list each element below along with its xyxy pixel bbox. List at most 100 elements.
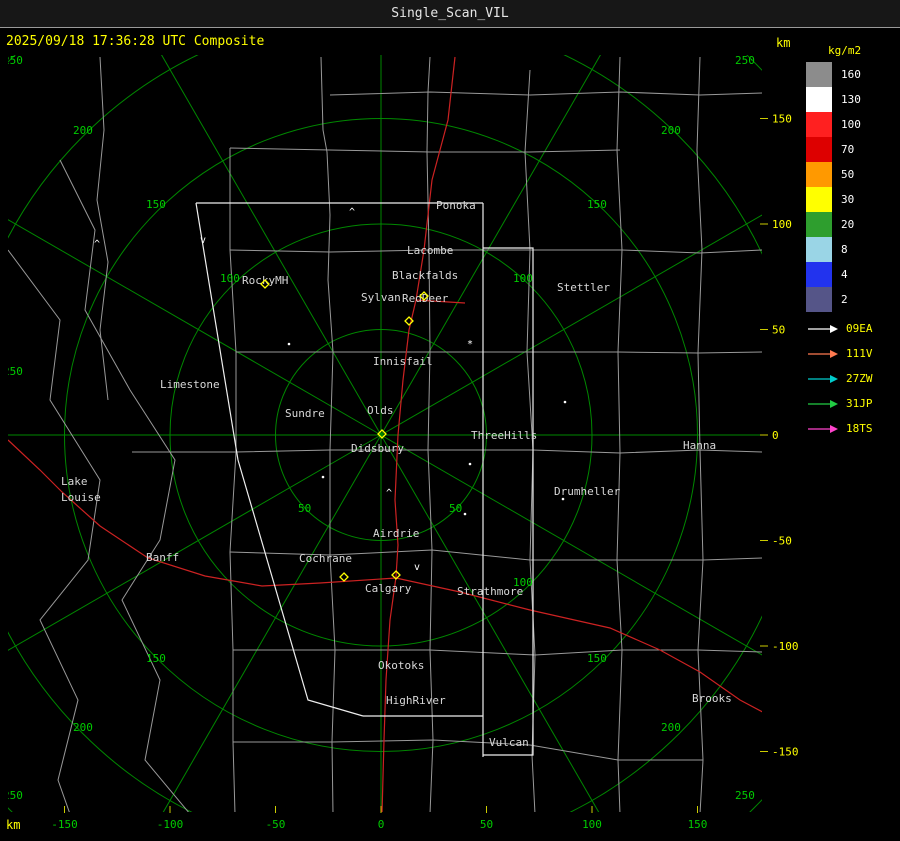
radar-map[interactable]: 250 200 150 100 250 200 150 100 150 200 250 150 200 2… (0, 0, 800, 841)
ring-distance-label: 150 (146, 652, 166, 665)
point-marker-icon: v (414, 562, 420, 573)
radial-line (380, 55, 601, 436)
colorbar-value: 50 (841, 168, 855, 181)
site-id-label: 27ZW (846, 372, 873, 385)
city-label: Airdrie (373, 527, 419, 540)
radial-line (161, 55, 382, 436)
site-arrow-icon (808, 349, 838, 358)
colorbar-unit-label: kg/m2 (828, 44, 862, 57)
ring-distance-label: 250 (3, 54, 23, 67)
colorbar-value: 2 (841, 293, 848, 306)
colorbar-swatch (806, 212, 832, 237)
ring-distance-label: 50 (298, 502, 311, 515)
ring-distance-label: 250 (3, 365, 23, 378)
right-axis-label: -150 (772, 746, 799, 759)
city-label: Strathmore (457, 585, 523, 598)
ring-distance-label: 250 (735, 54, 755, 67)
colorbar-entry: 8 (806, 237, 861, 262)
colorbar-entry: 160 (806, 62, 861, 87)
city-label: Banff (146, 551, 179, 564)
radar-site-entry: 18TS (806, 416, 873, 441)
city-label: Lacombe (407, 244, 453, 257)
city-label: Hanna (683, 439, 716, 452)
range-ring (8, 55, 762, 812)
city-label: Ponoka (436, 199, 476, 212)
ring-distance-label: 150 (587, 652, 607, 665)
ring-distance-label: 200 (73, 721, 93, 734)
colorbar-swatch (806, 187, 832, 212)
site-arrow-icon (808, 424, 838, 433)
point-marker-icon (321, 475, 325, 479)
radar-site-entry: 09EA (806, 316, 873, 341)
county-boundary (233, 649, 762, 656)
city-label: Blackfalds (392, 269, 458, 282)
city-label: Innisfail (373, 355, 433, 368)
radar-site-legend: 09EA 111V 27ZW 31JP 18TS (806, 316, 873, 441)
city-label: Stettler (557, 281, 610, 294)
colorbar-value: 70 (841, 143, 855, 156)
colorbar-entry: 130 (806, 87, 861, 112)
city-label: Calgary (365, 582, 412, 595)
city-label: Okotoks (378, 659, 424, 672)
city-label: Olds (367, 404, 394, 417)
bottom-axis-label: -150 (51, 818, 78, 831)
point-marker-icon (561, 497, 565, 501)
app-window: { "window": {"title": "Single_Scan_VIL"}… (0, 0, 900, 841)
colorbar-value: 130 (841, 93, 861, 106)
colorbar-entry: 50 (806, 162, 861, 187)
colorbar-swatch (806, 87, 832, 112)
city-label: ThreeHills (471, 429, 537, 442)
ring-distance-label: 100 (513, 272, 533, 285)
site-id-label: 09EA (846, 322, 873, 335)
highway-line (8, 439, 762, 713)
colorbar-value: 30 (841, 193, 855, 206)
right-axis-label: -50 (772, 535, 792, 548)
point-marker-icon: ^ (386, 488, 392, 499)
map-layers: 250 200 150 100 250 200 150 100 150 200 250 150 200 2… (3, 54, 762, 812)
county-boundary (132, 449, 762, 454)
right-axis-label: -100 (772, 640, 799, 653)
radar-site-entry: 27ZW (806, 366, 873, 391)
colorbar-swatch (806, 237, 832, 262)
city-label: Vulcan (489, 736, 529, 749)
colorbar-entry: 4 (806, 262, 861, 287)
city-label: Louise (61, 491, 101, 504)
city-label: Brooks (692, 692, 732, 705)
colorbar-entry: 20 (806, 212, 861, 237)
colorbar: kg/m2 160 130 100 70 50 30 20 8 4 2 (806, 44, 861, 312)
colorbar-value: 160 (841, 68, 861, 81)
site-arrow-icon (808, 324, 838, 333)
city-label: Cochrane (299, 552, 352, 565)
bottom-axis-label: -50 (266, 818, 286, 831)
city-label: Limestone (160, 378, 220, 391)
site-arrow-icon (808, 399, 838, 408)
point-marker-icon: v (200, 235, 206, 246)
bottom-axis-label: -100 (157, 818, 184, 831)
county-boundary (229, 147, 621, 153)
site-id-label: 111V (846, 347, 873, 360)
bottom-axis-label: 50 (480, 818, 493, 831)
colorbar-swatch (806, 162, 832, 187)
colorbar-swatch (806, 287, 832, 312)
colorbar-entry: 70 (806, 137, 861, 162)
ring-distance-label: 100 (220, 272, 240, 285)
colorbar-swatch (806, 137, 832, 162)
point-marker-icon (287, 342, 291, 346)
colorbar-swatch (806, 62, 832, 87)
radial-line (162, 434, 382, 812)
right-axis-label: 150 (772, 113, 792, 126)
point-marker-icon: * (467, 339, 473, 350)
ring-distance-label: 250 (3, 789, 23, 802)
right-axis-label: 50 (772, 324, 785, 337)
colorbar-value: 20 (841, 218, 855, 231)
city-label: Didsbury (351, 442, 404, 455)
county-boundary (229, 249, 762, 254)
colorbar-value: 4 (841, 268, 848, 281)
ring-distance-label: 200 (661, 721, 681, 734)
city-marker-icon (339, 572, 349, 582)
county-boundary (329, 91, 762, 96)
ring-distance-label: 200 (661, 124, 681, 137)
radar-site-entry: 111V (806, 341, 873, 366)
colorbar-value: 8 (841, 243, 848, 256)
city-label: Drumheller (554, 485, 621, 498)
